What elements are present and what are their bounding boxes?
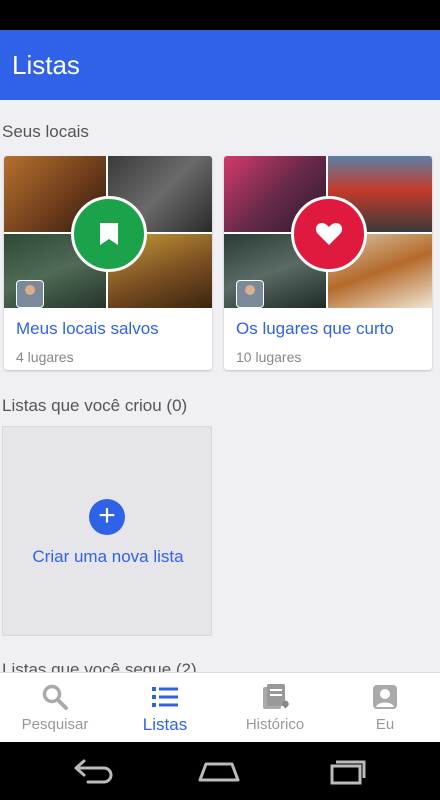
app-bar: Listas <box>0 30 440 100</box>
create-new-list-label: Criar uma nova lista <box>32 547 184 566</box>
owner-avatar <box>236 280 264 308</box>
plus-icon: + <box>89 499 125 535</box>
saved-places-badge <box>71 196 147 272</box>
saved-places-count: 4 lugares <box>16 349 74 365</box>
status-bar <box>0 0 440 30</box>
page-title: Listas <box>12 50 80 80</box>
bookmark-icon <box>100 223 118 245</box>
recent-apps-icon[interactable] <box>320 756 370 786</box>
saved-section-title: Seus locais <box>2 122 89 141</box>
system-navigation-bar <box>0 742 440 800</box>
home-icon[interactable] <box>194 756 244 786</box>
profile-icon <box>373 685 397 709</box>
nav-search-label: Pesquisar <box>21 716 89 733</box>
liked-places-card[interactable]: Os lugares que curto 10 lugares <box>224 156 432 370</box>
saved-places-name[interactable]: Meus locais salvos <box>16 319 159 339</box>
followed-section-title: Listas que você segue (2) <box>2 660 197 672</box>
liked-places-badge <box>291 196 367 272</box>
created-section-title: Listas que você criou (0) <box>2 396 188 415</box>
saved-places-card[interactable]: Meus locais salvos 4 lugares <box>4 156 212 370</box>
owner-avatar <box>16 280 44 308</box>
nav-me-label: Eu <box>375 716 395 733</box>
nav-me[interactable]: Eu <box>330 673 440 743</box>
search-icon <box>42 684 68 710</box>
nav-lists-label: Listas <box>142 715 188 734</box>
nav-history-label: Histórico <box>245 716 305 733</box>
heart-icon <box>315 223 343 245</box>
create-new-list-button[interactable]: + Criar uma nova lista <box>2 426 212 636</box>
liked-places-count: 10 lugares <box>236 349 302 365</box>
nav-history[interactable]: Histórico <box>220 673 330 743</box>
bottom-navigation: Pesquisar Listas Histórico Eu <box>0 672 440 743</box>
lists-content[interactable]: Seus locais Meus locais salvos 4 lugares <box>0 100 440 672</box>
nav-search[interactable]: Pesquisar <box>0 673 110 743</box>
history-icon <box>263 684 289 709</box>
nav-lists[interactable]: Listas <box>110 673 220 743</box>
list-icon <box>152 687 178 707</box>
liked-places-name[interactable]: Os lugares que curto <box>236 319 394 339</box>
back-icon[interactable] <box>68 756 118 786</box>
